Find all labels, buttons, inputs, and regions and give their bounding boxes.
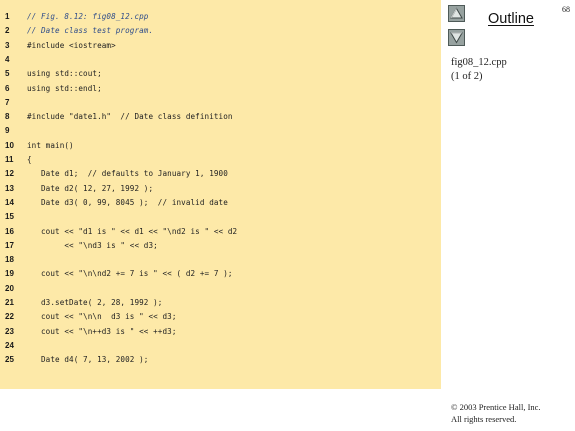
code-line: 16 cout << "d1 is " << d1 << "\nd2 is " … (0, 225, 441, 239)
line-number: 6 (5, 83, 10, 93)
line-number: 14 (5, 197, 14, 207)
code-line: 3 #include <iostream> (0, 39, 441, 53)
line-code-text: #include "date1.h" // Date class definit… (27, 112, 233, 122)
code-line: 24 (0, 339, 441, 353)
code-listing-panel: 1 // Fig. 8.12: fig08_12.cpp 2 // Date clas… (0, 0, 441, 389)
line-number: 4 (5, 54, 10, 64)
line-code-text: d3.setDate( 2, 28, 1992 ); (27, 298, 163, 307)
code-line: 1 // Fig. 8.12: fig08_12.cpp (0, 10, 441, 24)
line-number: 20 (5, 283, 14, 293)
code-line: 5 using std::cout; (0, 67, 441, 81)
line-code-text: Date d1; // defaults to January 1, 1900 (27, 169, 228, 179)
code-line: 8 #include "date1.h" // Date class defini… (0, 110, 441, 124)
code-line: 7 (0, 96, 441, 110)
file-name-label: fig08_12.cpp (451, 57, 507, 68)
line-number: 21 (5, 298, 14, 307)
triangle-up-icon (450, 7, 463, 19)
line-code-text: << "\nd3 is " << d3; (27, 240, 158, 250)
line-code-text: #include <iostream> (27, 40, 116, 50)
line-code-text: // Fig. 8.12: fig08_12.cpp (27, 12, 149, 21)
next-slide-button[interactable] (448, 29, 465, 46)
line-code-text: using std::endl; (27, 83, 102, 93)
line-number: 24 (5, 340, 14, 350)
outline-link[interactable]: Outline (488, 11, 534, 27)
line-number: 15 (5, 212, 14, 222)
line-number: 16 (5, 226, 14, 236)
triangle-down-icon (450, 32, 463, 44)
page-of-label: (1 of 2) (451, 71, 483, 82)
line-code-text: using std::cout; (27, 69, 102, 79)
code-line: 17 << "\nd3 is " << d3; (0, 239, 441, 253)
code-line: 10 int main() (0, 139, 441, 153)
line-code-text: cout << "\n\n d3 is " << d3; (27, 312, 177, 322)
code-line: 21 d3.setDate( 2, 28, 1992 ); (0, 296, 441, 310)
code-line: 4 (0, 53, 441, 67)
line-number: 3 (5, 40, 10, 50)
previous-slide-button[interactable] (448, 5, 465, 22)
code-line: 18 (0, 253, 441, 267)
line-number: 9 (5, 126, 10, 136)
line-code-text: Date d4( 7, 13, 2002 ); (27, 355, 149, 365)
line-number: 13 (5, 183, 14, 193)
code-line: 11 { (0, 153, 441, 167)
outline-sidebar: 68 Outline fig08_12.cpp (1 of 2) © 2003 … (441, 0, 575, 431)
copyright-notice: © 2003 Prentice Hall, Inc. All rights re… (451, 401, 541, 425)
line-code-text: Date d3( 0, 99, 8045 ); // invalid date (27, 197, 228, 207)
slide-page-number: 68 (562, 5, 570, 14)
line-number: 7 (5, 97, 10, 107)
copyright-line: © 2003 Prentice Hall, Inc. (451, 402, 541, 412)
code-line: 23 cout << "\n++d3 is " << ++d3; (0, 325, 441, 339)
code-line: 15 (0, 210, 441, 224)
line-number: 25 (5, 355, 14, 365)
line-number: 8 (5, 112, 10, 122)
line-code-text: cout << "d1 is " << d1 << "\nd2 is " << … (27, 226, 238, 236)
line-code-text: { (27, 155, 32, 164)
code-line: 22 cout << "\n\n d3 is " << d3; (0, 310, 441, 324)
line-number: 18 (5, 255, 14, 265)
line-number: 2 (5, 26, 10, 36)
code-line: 25 Date d4( 7, 13, 2002 ); (0, 353, 441, 367)
code-line: 9 (0, 124, 441, 138)
line-code-text: int main() (27, 140, 74, 150)
line-code-text: cout << "\n++d3 is " << ++d3; (27, 326, 177, 336)
line-number: 17 (5, 240, 14, 250)
line-code-text: // Date class test program. (27, 26, 154, 36)
code-line: 2 // Date class test program. (0, 24, 441, 38)
code-line: 14 Date d3( 0, 99, 8045 ); // invalid da… (0, 196, 441, 210)
line-number: 5 (5, 69, 10, 79)
code-line: 12 Date d1; // defaults to January 1, 19… (0, 167, 441, 181)
line-code-text: Date d2( 12, 27, 1992 ); (27, 183, 154, 193)
line-code-text: cout << "\n\nd2 += 7 is " << ( d2 += 7 )… (27, 269, 233, 279)
code-line: 6 using std::endl; (0, 82, 441, 96)
line-number: 1 (5, 12, 10, 21)
line-number: 11 (5, 155, 14, 164)
line-number: 22 (5, 312, 14, 322)
code-line: 13 Date d2( 12, 27, 1992 ); (0, 182, 441, 196)
line-number: 12 (5, 169, 14, 179)
line-number: 23 (5, 326, 14, 336)
line-number: 19 (5, 269, 14, 279)
line-number: 10 (5, 140, 14, 150)
rights-line: All rights reserved. (451, 414, 517, 424)
code-line: 19 cout << "\n\nd2 += 7 is " << ( d2 += … (0, 267, 441, 281)
code-line: 20 (0, 282, 441, 296)
